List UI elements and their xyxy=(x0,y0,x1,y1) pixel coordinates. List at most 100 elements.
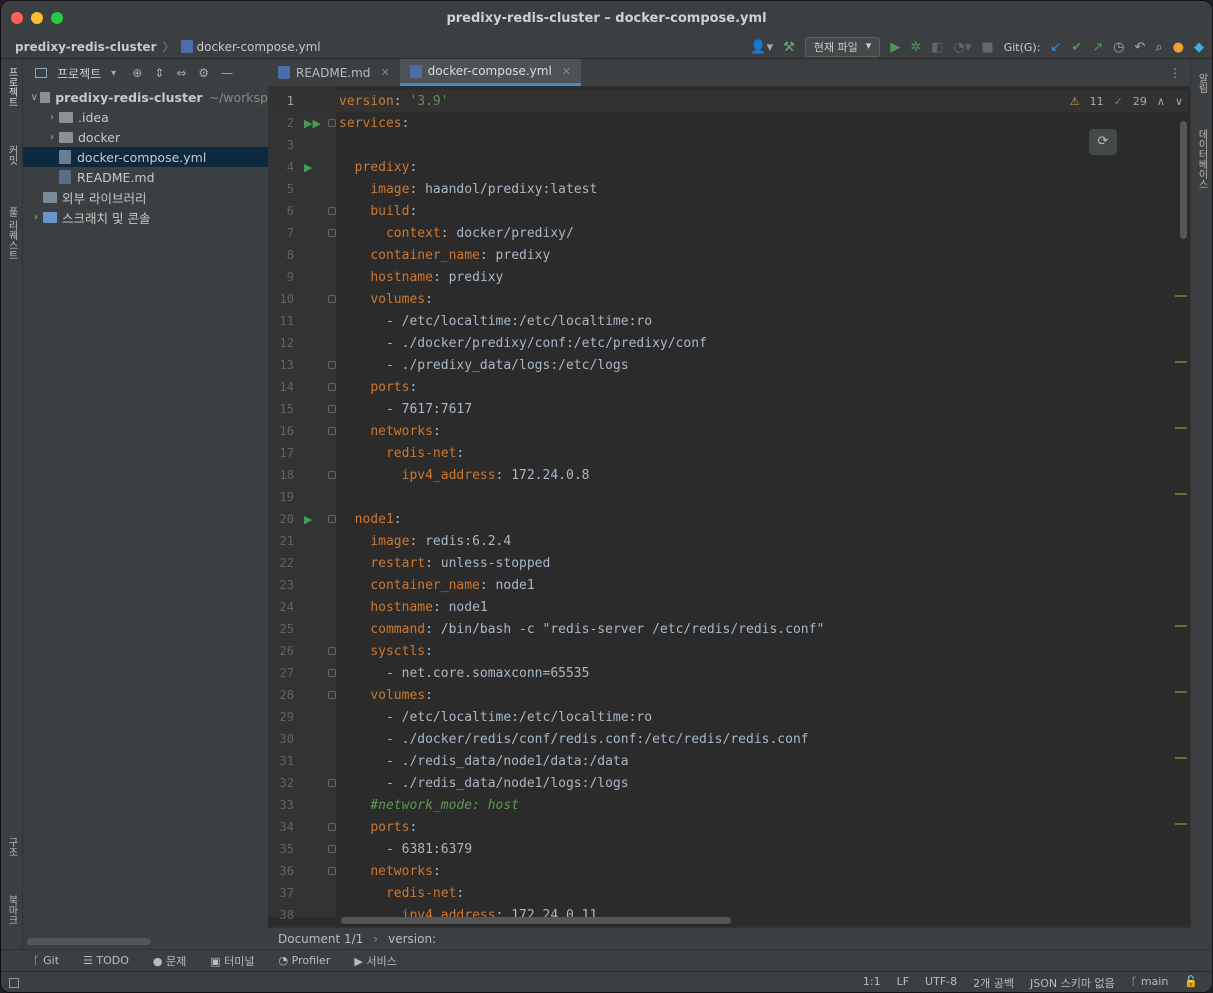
fold-icon[interactable] xyxy=(328,779,336,787)
run-gutter-icon[interactable]: ▶▶ xyxy=(304,117,321,130)
code-line[interactable]: 24 hostname: node1 xyxy=(268,596,1188,618)
fold-icon[interactable] xyxy=(328,207,336,215)
code-line[interactable]: 9 hostname: predixy xyxy=(268,266,1188,288)
structure-tool-tab[interactable]: 구조 xyxy=(4,837,19,857)
user-icon[interactable]: 👤▾ xyxy=(750,40,773,55)
code-line[interactable]: 21 image: redis:6.2.4 xyxy=(268,530,1188,552)
code-line[interactable]: 11 - /etc/localtime:/etc/localtime:ro xyxy=(268,310,1188,332)
warning-marker[interactable] xyxy=(1175,361,1187,363)
fold-icon[interactable] xyxy=(328,669,336,677)
profile-icon[interactable]: ◔▾ xyxy=(954,40,972,55)
git-commit-icon[interactable]: ✔ xyxy=(1071,40,1082,55)
code-line[interactable]: 36 networks: xyxy=(268,860,1188,882)
code-line[interactable]: 31 - ./redis_data/node1/data:/data xyxy=(268,750,1188,772)
refresh-icon[interactable]: ⟳ xyxy=(1089,129,1117,155)
code-line[interactable]: 32 - ./redis_data/node1/logs:/logs xyxy=(268,772,1188,794)
fold-icon[interactable] xyxy=(328,295,336,303)
code-line[interactable]: 29 - /etc/localtime:/etc/localtime:ro xyxy=(268,706,1188,728)
tree-item[interactable]: README.md xyxy=(23,167,268,187)
warning-marker[interactable] xyxy=(1175,757,1187,759)
code-line[interactable]: 15 - 7617:7617 xyxy=(268,398,1188,420)
fold-icon[interactable] xyxy=(328,867,336,875)
tree-item[interactable]: 외부 라이브러리 xyxy=(23,187,268,207)
warning-marker[interactable] xyxy=(1175,427,1187,429)
caret-position[interactable]: 1:1 xyxy=(863,975,881,991)
fold-icon[interactable] xyxy=(328,361,336,369)
fold-icon[interactable] xyxy=(328,647,336,655)
search-icon[interactable]: ⌕ xyxy=(1155,40,1162,55)
fold-icon[interactable] xyxy=(328,229,336,237)
ide-logo-icon[interactable]: ◆ xyxy=(1194,40,1204,55)
code-line[interactable]: 10 volumes: xyxy=(268,288,1188,310)
fold-icon[interactable] xyxy=(328,405,336,413)
run-config-dropdown[interactable]: 현재 파일 ▾ xyxy=(804,37,881,57)
close-icon[interactable]: ✕ xyxy=(380,66,389,79)
tree-item[interactable]: ∨ predixy-redis-cluster ~/worksp xyxy=(23,87,268,107)
indent-setting[interactable]: 2개 공백 xyxy=(973,975,1014,991)
warning-marker[interactable] xyxy=(1175,823,1187,825)
code-line[interactable]: 13 - ./predixy_data/logs:/etc/logs xyxy=(268,354,1188,376)
stop-icon[interactable]: ■ xyxy=(981,40,993,55)
fold-icon[interactable] xyxy=(328,845,336,853)
code-line[interactable]: 16 networks: xyxy=(268,420,1188,442)
build-hammer-icon[interactable]: ⚒ xyxy=(783,40,795,55)
fold-icon[interactable] xyxy=(328,691,336,699)
chevron-down-icon[interactable]: ▾ xyxy=(111,68,116,79)
breadcrumb-key[interactable]: version: xyxy=(388,932,436,946)
git-update-icon[interactable]: ↙ xyxy=(1050,40,1061,55)
chevron-down-icon[interactable]: ∨ xyxy=(1175,95,1183,108)
commit-tool-tab[interactable]: 커밋 xyxy=(4,145,19,165)
run-gutter-icon[interactable]: ▶ xyxy=(304,513,314,526)
notifications-tool-tab[interactable]: 알림 xyxy=(1194,73,1209,93)
code-line[interactable]: 12 - ./docker/predixy/conf:/etc/predixy/… xyxy=(268,332,1188,354)
expand-all-icon[interactable]: ⇕ xyxy=(154,66,164,80)
project-panel-title[interactable]: 프로젝트 xyxy=(57,65,101,82)
line-separator[interactable]: LF xyxy=(897,975,909,991)
pull-request-tool-tab[interactable]: 풀 리퀘스트 xyxy=(4,207,19,260)
code-line[interactable]: 35 - 6381:6379 xyxy=(268,838,1188,860)
hide-icon[interactable]: — xyxy=(221,66,233,80)
bookmark-tool-tab[interactable]: 북마크 xyxy=(4,895,19,925)
chevron-right-icon[interactable]: › xyxy=(45,112,59,123)
panel-scrollbar[interactable] xyxy=(27,938,151,945)
code-line[interactable]: 33 #network_mode: host xyxy=(268,794,1188,816)
rollback-icon[interactable]: ↶ xyxy=(1134,40,1145,55)
minimize-window-button[interactable] xyxy=(31,12,43,24)
tree-item[interactable]: › .idea xyxy=(23,107,268,127)
zoom-window-button[interactable] xyxy=(51,12,63,24)
code-line[interactable]: 2 ▶▶ services: xyxy=(268,112,1188,134)
json-schema[interactable]: JSON 스키마 없음 xyxy=(1030,975,1115,991)
tool-window-button[interactable]: ▣ 터미널 xyxy=(210,953,254,969)
fold-icon[interactable] xyxy=(328,471,336,479)
code-line[interactable]: 3 xyxy=(268,134,1188,156)
warning-marker[interactable] xyxy=(1175,625,1187,627)
chevron-right-icon[interactable]: › xyxy=(29,212,43,223)
fold-icon[interactable] xyxy=(328,823,336,831)
tool-window-button[interactable]: ᚴ Git xyxy=(33,954,59,967)
tree-item[interactable]: docker-compose.yml xyxy=(23,147,268,167)
breadcrumb-file[interactable]: docker-compose.yml xyxy=(197,40,321,54)
tool-window-button[interactable]: ● 문제 xyxy=(153,953,186,969)
close-window-button[interactable] xyxy=(11,12,23,24)
code-line[interactable]: 18 ipv4_address: 172.24.0.8 xyxy=(268,464,1188,486)
code-line[interactable]: 8 container_name: predixy xyxy=(268,244,1188,266)
code-line[interactable]: 17 redis-net: xyxy=(268,442,1188,464)
code-line[interactable]: 14 ports: xyxy=(268,376,1188,398)
git-push-icon[interactable]: ↗ xyxy=(1092,40,1103,55)
tool-window-button[interactable]: ▶ 서비스 xyxy=(354,953,396,969)
file-encoding[interactable]: UTF-8 xyxy=(925,975,957,991)
code-line[interactable]: 34 ports: xyxy=(268,816,1188,838)
code-line[interactable]: 5 image: haandol/predixy:latest xyxy=(268,178,1188,200)
update-icon[interactable]: ● xyxy=(1173,40,1184,55)
project-tool-tab[interactable]: 프로젝트 xyxy=(4,67,19,107)
tree-item[interactable]: › docker xyxy=(23,127,268,147)
code-line[interactable]: 26 sysctls: xyxy=(268,640,1188,662)
editor-tab[interactable]: docker-compose.yml ✕ xyxy=(399,59,581,86)
layout-toggle-icon[interactable] xyxy=(9,978,19,988)
chevron-right-icon[interactable]: › xyxy=(45,132,59,143)
git-branch[interactable]: ᚴ main xyxy=(1131,975,1169,991)
debug-icon[interactable]: ✲ xyxy=(910,40,921,55)
vertical-scrollbar[interactable] xyxy=(1180,121,1187,239)
fold-icon[interactable] xyxy=(328,119,336,127)
code-line[interactable]: 22 restart: unless-stopped xyxy=(268,552,1188,574)
